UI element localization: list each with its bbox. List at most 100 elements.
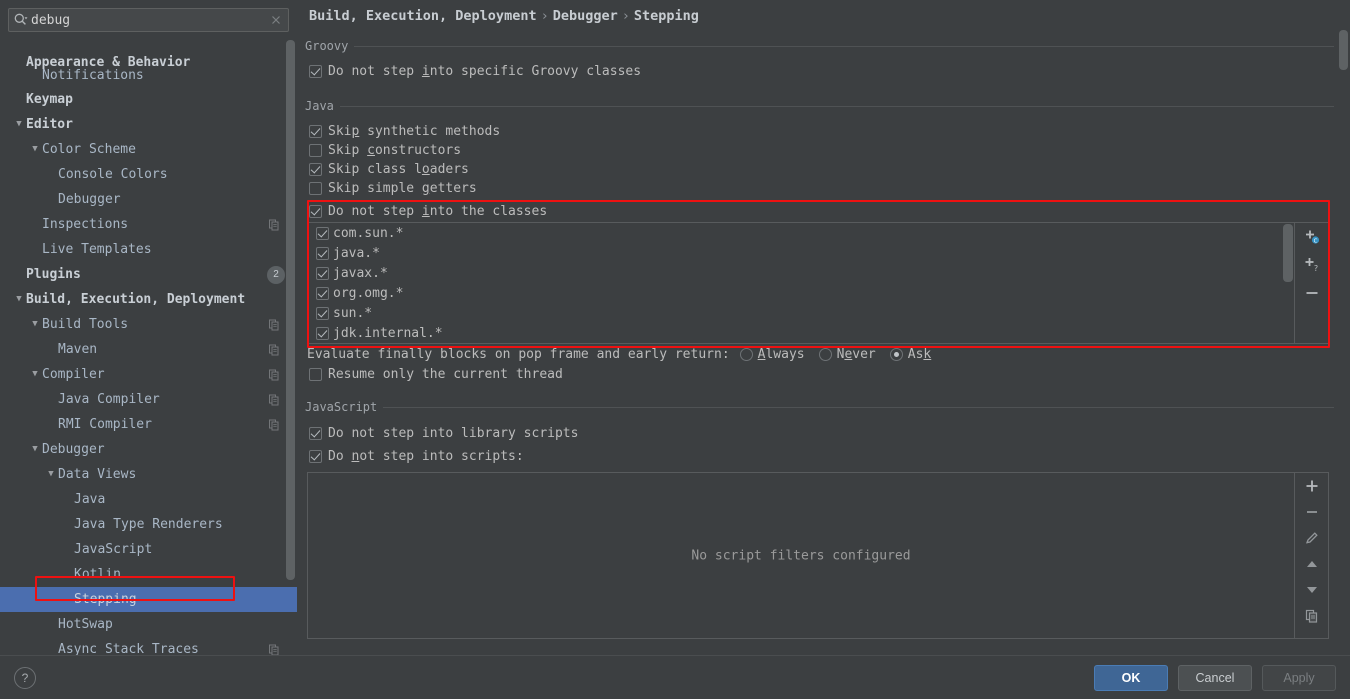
radio-option-ask[interactable]: Ask xyxy=(890,347,931,362)
checkbox-class-filter-0[interactable] xyxy=(316,227,329,240)
pencil-icon[interactable] xyxy=(1295,525,1328,551)
remove-filter-button[interactable] xyxy=(1295,499,1328,525)
sidebar-item-stepping[interactable]: Stepping xyxy=(0,587,297,612)
sidebar-item-debugger[interactable]: Debugger xyxy=(0,187,297,212)
class-list-toolbar: C ? xyxy=(1295,222,1329,344)
arrow-down-icon[interactable] xyxy=(1295,577,1328,603)
sidebar-item-java-compiler[interactable]: Java Compiler xyxy=(0,387,297,412)
add-pattern-button[interactable]: ? xyxy=(1295,251,1328,279)
checkbox-java-1[interactable] xyxy=(309,144,322,157)
radio-option-always[interactable]: Always xyxy=(740,347,805,362)
sidebar-item-notifications[interactable]: Notifications xyxy=(0,63,297,88)
sidebar-item-async-stack-traces[interactable]: Async Stack Traces xyxy=(0,637,297,655)
checkbox-class-filter-2[interactable] xyxy=(316,267,329,280)
checkbox-row-java-1[interactable]: Skip constructors xyxy=(309,143,461,158)
copy-icon[interactable] xyxy=(1295,603,1328,629)
sidebar-item-compiler[interactable]: ▼Compiler xyxy=(0,362,297,387)
sidebar-item-keymap[interactable]: Keymap xyxy=(0,87,297,112)
sidebar-item-hotswap[interactable]: HotSwap xyxy=(0,612,297,637)
ok-button[interactable]: OK xyxy=(1094,665,1168,691)
settings-tree[interactable]: Appearance & BehaviorNotificationsKeymap… xyxy=(0,36,297,655)
checkbox-class-filter-1[interactable] xyxy=(316,247,329,260)
class-filters-list[interactable]: com.sun.*java.* javax.* org.omg.* sun.*jdk.… xyxy=(307,222,1295,344)
class-filter-label: org.omg.* xyxy=(333,286,403,301)
checkbox-row-js-1[interactable]: Do not step into scripts: xyxy=(309,449,524,464)
cancel-button[interactable]: Cancel xyxy=(1178,665,1252,691)
sidebar-item-editor[interactable]: ▼Editor xyxy=(0,112,297,137)
search-box[interactable] xyxy=(8,8,289,32)
radio-0[interactable] xyxy=(740,348,753,361)
sidebar-item-data-views[interactable]: ▼Data Views xyxy=(0,462,297,487)
checkbox-class-filter-5[interactable] xyxy=(316,327,329,340)
chevron-down-icon[interactable]: ▼ xyxy=(12,120,26,129)
sidebar-item-label: Color Scheme xyxy=(42,142,136,157)
sidebar-item-plugins[interactable]: Plugins2 xyxy=(0,262,297,287)
list-item[interactable]: jdk.internal.* xyxy=(308,323,1294,343)
arrow-up-icon[interactable] xyxy=(1295,551,1328,577)
copy-icon xyxy=(268,368,281,381)
remove-class-button[interactable] xyxy=(1295,279,1328,307)
sidebar-item-label: Build, Execution, Deployment xyxy=(26,292,245,307)
list-item[interactable]: sun.* xyxy=(308,303,1294,323)
chevron-down-icon[interactable]: ▼ xyxy=(12,295,26,304)
breadcrumb-part-3: Stepping xyxy=(634,8,699,24)
checkbox-row-java-2[interactable]: Skip class loaders xyxy=(309,162,469,177)
sidebar-item-java[interactable]: Java xyxy=(0,487,297,512)
checkbox-groovy-no-step[interactable] xyxy=(309,65,322,78)
checkbox-do-not-step-classes[interactable] xyxy=(309,205,322,218)
main-scrollbar-thumb[interactable] xyxy=(1339,30,1348,70)
search-input[interactable] xyxy=(29,13,268,28)
sidebar-scrollbar-thumb[interactable] xyxy=(286,40,295,580)
sidebar-item-console-colors[interactable]: Console Colors xyxy=(0,162,297,187)
checkbox-row-js-0[interactable]: Do not step into library scripts xyxy=(309,426,578,441)
sidebar-item-build-execution-deployment[interactable]: ▼Build, Execution, Deployment xyxy=(0,287,297,312)
sidebar-item-rmi-compiler[interactable]: RMI Compiler xyxy=(0,412,297,437)
checkbox-js-0[interactable] xyxy=(309,427,322,440)
help-button[interactable]: ? xyxy=(14,667,36,689)
close-icon[interactable] xyxy=(268,12,284,28)
class-list-scrollbar-thumb[interactable] xyxy=(1283,224,1293,282)
checkbox-java-0[interactable] xyxy=(309,125,322,138)
radio-1[interactable] xyxy=(819,348,832,361)
sidebar-item-debugger[interactable]: ▼Debugger xyxy=(0,437,297,462)
checkbox-js-1[interactable] xyxy=(309,450,322,463)
sidebar-item-javascript[interactable]: JavaScript xyxy=(0,537,297,562)
list-item[interactable]: javax.* xyxy=(308,263,1294,283)
chevron-down-icon[interactable]: ▼ xyxy=(28,370,42,379)
radio-2[interactable] xyxy=(890,348,903,361)
checkbox-row-do-not-step-classes[interactable]: Do not step into the classes xyxy=(309,204,547,219)
sidebar-item-inspections[interactable]: Inspections xyxy=(0,212,297,237)
radio-option-never[interactable]: Never xyxy=(819,347,876,362)
sidebar-item-maven[interactable]: Maven xyxy=(0,337,297,362)
checkbox-row-java-0[interactable]: Skip synthetic methods xyxy=(309,124,500,139)
sidebar-item-label: Compiler xyxy=(42,367,105,382)
sidebar-item-label: Editor xyxy=(26,117,73,132)
chevron-down-icon[interactable]: ▼ xyxy=(28,445,42,454)
sidebar-item-build-tools[interactable]: ▼Build Tools xyxy=(0,312,297,337)
script-filters-panel[interactable]: No script filters configured xyxy=(307,472,1295,639)
checkbox-label-java-2: Skip class loaders xyxy=(328,162,469,177)
checkbox-row-java-3[interactable]: Skip simple getters xyxy=(309,181,477,196)
list-item[interactable]: java.* xyxy=(308,243,1294,263)
sidebar-item-kotlin[interactable]: Kotlin xyxy=(0,562,297,587)
list-item[interactable]: com.sun.* xyxy=(308,223,1294,243)
sidebar-item-java-type-renderers[interactable]: Java Type Renderers xyxy=(0,512,297,537)
checkbox-class-filter-4[interactable] xyxy=(316,307,329,320)
sidebar-item-live-templates[interactable]: Live Templates xyxy=(0,237,297,262)
checkbox-row-groovy-no-step[interactable]: Do not step into specific Groovy classes xyxy=(309,64,641,79)
add-class-button[interactable]: C xyxy=(1295,223,1328,251)
checkbox-resume-current-thread[interactable] xyxy=(309,368,322,381)
checkbox-row-resume-current-thread[interactable]: Resume only the current thread xyxy=(309,367,563,382)
list-item[interactable]: org.omg.* xyxy=(308,283,1294,303)
sidebar-item-color-scheme[interactable]: ▼Color Scheme xyxy=(0,137,297,162)
add-filter-button[interactable] xyxy=(1295,473,1328,499)
breadcrumb-part-1: Build, Execution, Deployment xyxy=(309,8,537,24)
checkbox-java-2[interactable] xyxy=(309,163,322,176)
chevron-down-icon[interactable]: ▼ xyxy=(28,145,42,154)
chevron-down-icon[interactable]: ▼ xyxy=(44,470,58,479)
class-filter-label: javax.* xyxy=(333,266,388,281)
checkbox-class-filter-3[interactable] xyxy=(316,287,329,300)
apply-button[interactable]: Apply xyxy=(1262,665,1336,691)
checkbox-java-3[interactable] xyxy=(309,182,322,195)
chevron-down-icon[interactable]: ▼ xyxy=(28,320,42,329)
